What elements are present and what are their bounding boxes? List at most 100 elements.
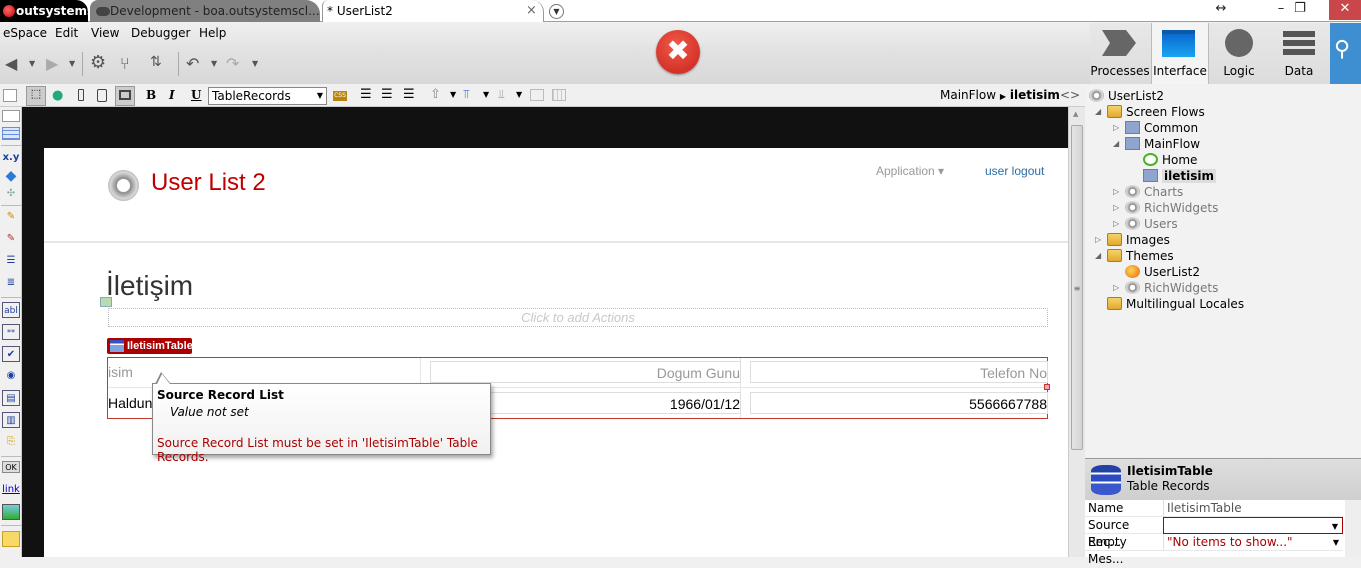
name-field[interactable]: IletisimTable [1163,500,1343,517]
breadcrumb-mainflow[interactable]: MainFlow [940,88,996,102]
source-record-list-field[interactable]: ▼ [1163,517,1343,534]
forward-icon[interactable]: ▶ [46,54,58,73]
undo-dropdown-icon[interactable]: ▼ [211,59,217,68]
tree-richwidgets[interactable]: ▷ RichWidgets [1113,200,1218,216]
chevron-down-icon[interactable]: ▼ [1333,534,1339,551]
palette-note-icon[interactable] [2,531,20,547]
palette-list-records-icon[interactable]: ≣ [2,275,20,291]
tab-development[interactable]: Development - boa.outsystemscl... [90,0,320,22]
restore-button[interactable]: ❐ [1285,0,1315,20]
align-left-icon[interactable]: ☰ [360,87,372,102]
properties-scrollbar[interactable] [1345,500,1361,557]
table-widget-badge[interactable]: IletisimTable [107,338,193,354]
align-right-icon[interactable]: ☰ [403,87,415,102]
error-indicator-icon[interactable]: ✖ [656,30,700,74]
insert-column-dropdown-icon[interactable]: ▼ [483,90,489,99]
widget-style-select[interactable]: TableRecords ▼ [208,87,327,105]
tree-common[interactable]: ▷ Common [1113,120,1198,136]
split-cells-icon[interactable] [552,89,566,101]
search-button[interactable]: ⚲ [1330,23,1361,84]
menu-espace[interactable]: eSpace [3,26,47,40]
insert-column-icon[interactable]: ⫪ [463,87,470,102]
header-telefon-no[interactable]: Telefon No [750,361,1048,383]
redo-dropdown-icon[interactable]: ▼ [252,59,258,68]
palette-combo-icon[interactable]: ▤ [2,390,20,406]
palette-list-icon[interactable]: ▥ [2,412,20,428]
tree-home[interactable]: Home [1143,152,1197,168]
palette-link-icon[interactable]: link [2,482,20,498]
code-toggle-icon[interactable]: <> [1060,88,1080,102]
tab-interface[interactable]: Interface [1151,23,1209,84]
menu-debugger[interactable]: Debugger [131,26,190,40]
palette-button-icon[interactable]: OK [2,461,20,473]
back-icon[interactable]: ◀ [5,54,17,73]
header-isim[interactable]: isim [108,361,133,383]
chevron-down-icon[interactable]: ▼ [1332,518,1338,535]
merge-icon[interactable]: ⑂ [120,54,130,73]
cell-telefon-no[interactable]: 5566667788 [750,392,1048,414]
palette-table-records-icon[interactable]: ☰ [2,253,20,269]
tree-screen-flows[interactable]: ◢ Screen Flows [1095,104,1205,120]
tab-processes[interactable]: Processes [1090,23,1150,84]
bold-icon[interactable]: B [146,88,156,102]
forward-dropdown-icon[interactable]: ▼ [69,59,75,68]
palette-upload-icon[interactable]: ⎘ [2,434,20,450]
scrollbar-thumb[interactable]: ≡ [1071,125,1083,450]
tab-data[interactable]: Data [1270,23,1328,84]
palette-table-icon[interactable] [2,127,20,140]
tree-root[interactable]: UserList2 [1089,88,1164,104]
tree-iletisim[interactable]: iletisim [1143,168,1216,184]
menu-help[interactable]: Help [199,26,226,40]
tree-images[interactable]: ▷ Images [1095,232,1170,248]
undo-icon[interactable]: ↶ [186,54,199,73]
palette-placeholder-icon[interactable]: ✣ [2,186,20,202]
tab-userlist2[interactable]: * UserList2 [322,0,544,22]
palette-edit-record-icon[interactable]: ✎ [2,231,20,247]
gear-icon[interactable]: ⚙ [90,52,106,73]
desktop-preview-icon[interactable] [115,86,135,106]
align-center-icon[interactable]: ☰ [381,87,393,102]
actions-placeholder[interactable]: Click to add Actions [108,308,1048,327]
palette-checkbox-icon[interactable]: ✔ [2,346,20,362]
tree-theme-userlist2[interactable]: UserList2 [1125,264,1200,280]
scroll-up-icon[interactable]: ▲ [1073,110,1078,118]
palette-password-icon[interactable]: ** [2,324,20,340]
palette-expression-icon[interactable]: x.y [2,150,20,166]
tree-themes[interactable]: ◢ Themes [1095,248,1174,264]
move-dropdown-icon[interactable]: ▼ [450,90,456,99]
tablet-preview-icon[interactable] [97,89,107,102]
redo-icon[interactable]: ↷ [226,54,239,73]
select-zoom-icon[interactable]: ⬚ [26,86,46,106]
design-canvas[interactable] [44,148,1068,557]
globe-icon[interactable]: ● [52,88,63,103]
palette-edit-icon[interactable]: ✎ [2,209,20,225]
tree-locales[interactable]: Multilingual Locales [1107,296,1244,312]
merge-cells-icon[interactable] [530,89,544,101]
resize-handle[interactable] [1044,384,1050,390]
publish-icon[interactable]: ⇅ [150,54,162,70]
tab-logic[interactable]: Logic [1210,23,1268,84]
header-dogum-gunu[interactable]: Dogum Gunu [430,361,741,383]
empty-message-field[interactable]: "No items to show..." ▼ [1163,534,1343,551]
insert-row-dropdown-icon[interactable]: ▼ [516,90,522,99]
palette-if-icon[interactable]: ◆ [2,168,20,184]
page-title[interactable]: İletişim [106,270,193,302]
close-tab-icon[interactable]: × [526,3,537,18]
palette-input-icon[interactable]: abl [2,302,20,318]
container-icon[interactable] [3,89,17,102]
menu-edit[interactable]: Edit [55,26,78,40]
resize-icon[interactable]: ↔ [1206,0,1236,20]
palette-image-icon[interactable] [2,504,20,520]
app-title[interactable]: User List 2 [151,169,266,197]
css-icon[interactable]: CSS [333,91,347,101]
close-window-button[interactable]: ✕ [1329,0,1361,20]
tree-users[interactable]: ▷ Users [1113,216,1178,232]
phone-preview-icon[interactable] [78,89,84,101]
insert-row-icon[interactable]: ⫫ [498,87,505,102]
canvas-vertical-scrollbar[interactable]: ▲ ≡ [1068,107,1085,557]
palette-container-icon[interactable] [2,110,20,122]
application-menu[interactable]: Application ▾ [876,164,944,178]
back-dropdown-icon[interactable]: ▼ [29,59,35,68]
tree-mainflow[interactable]: ◢ MainFlow [1113,136,1200,152]
cell-isim[interactable]: Haldun [108,392,152,414]
